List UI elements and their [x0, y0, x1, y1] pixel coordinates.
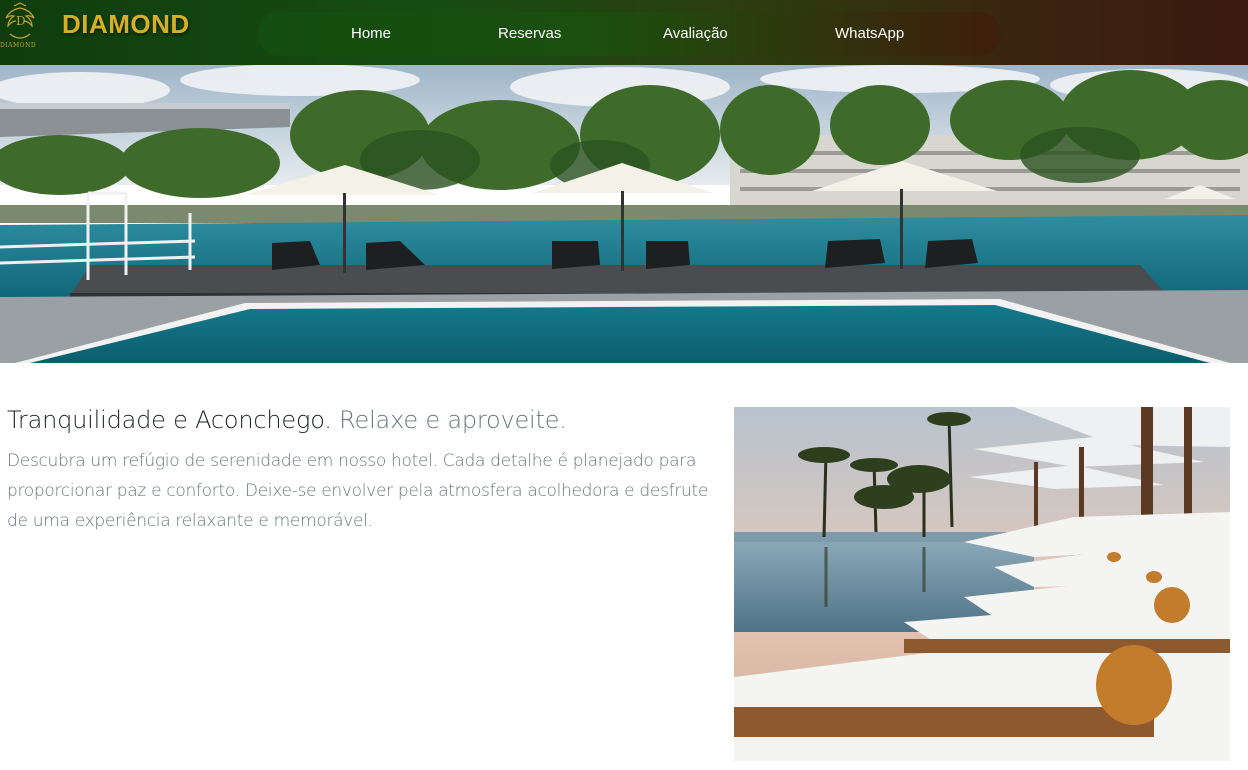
- feature-heading-main: Tranquilidade e Aconchego.: [7, 406, 332, 434]
- nav-link-reservas[interactable]: Reservas: [498, 25, 561, 42]
- logo-word: DIAMOND: [0, 42, 37, 49]
- feature-paragraph: Descubra um refúgio de serenidade em nos…: [7, 451, 709, 531]
- poolside-loungers-image: [734, 407, 1230, 761]
- brand-name[interactable]: DIAMOND: [62, 9, 190, 40]
- nav-link-whatsapp[interactable]: WhatsApp: [835, 25, 904, 42]
- feature-heading-muted: Relaxe e aproveite.: [339, 406, 567, 434]
- diamond-crest-icon[interactable]: D DIAMOND: [0, 2, 40, 58]
- hotel-pool-hero-image: [0, 65, 1248, 363]
- nav-link-home[interactable]: Home: [351, 25, 391, 42]
- feature-heading: Tranquilidade e Aconchego. Relaxe e apro…: [7, 406, 567, 434]
- navbar: D DIAMOND DIAMOND Home Reservas Avaliaçã…: [0, 0, 1248, 65]
- nav-link-avaliacao[interactable]: Avaliação: [663, 25, 728, 42]
- logo-letter: D: [16, 14, 26, 28]
